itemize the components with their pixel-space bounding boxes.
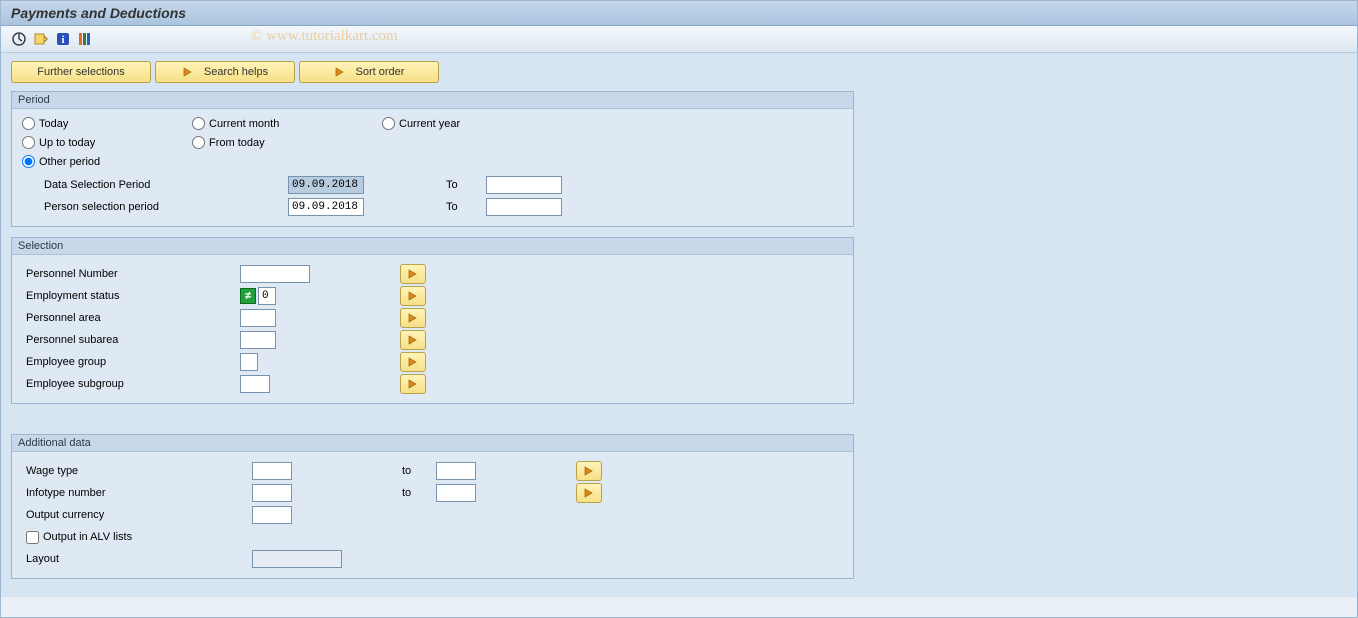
personnel-number-label: Personnel Number — [22, 268, 240, 280]
info-icon[interactable]: i — [55, 31, 71, 47]
wage-type-label: Wage type — [22, 465, 252, 477]
employee-subgroup-multi-button[interactable] — [400, 374, 426, 394]
page-title: Payments and Deductions — [1, 1, 1357, 26]
person-selection-to-label: To — [446, 201, 486, 213]
wage-type-to-label: to — [292, 465, 436, 477]
personnel-number-multi-button[interactable] — [400, 264, 426, 284]
watermark-text: © www.tutorialkart.com — [251, 28, 398, 45]
period-group: Period Today Current month Current year … — [11, 91, 854, 227]
search-helps-button[interactable]: Search helps — [155, 61, 295, 83]
personnel-subarea-input[interactable] — [240, 331, 276, 349]
radio-other-period[interactable]: Other period — [22, 155, 192, 168]
employment-status-label: Employment status — [22, 290, 240, 302]
personnel-subarea-multi-button[interactable] — [400, 330, 426, 350]
infotype-to-label: to — [292, 487, 436, 499]
data-selection-period-label: Data Selection Period — [22, 179, 252, 191]
arrow-right-icon — [182, 66, 194, 78]
further-selections-button[interactable]: Further selections — [11, 61, 151, 83]
employee-group-input[interactable] — [240, 353, 258, 371]
svg-text:i: i — [61, 34, 64, 46]
infotype-from-input[interactable] — [252, 484, 292, 502]
radio-up-to-today[interactable]: Up to today — [22, 136, 192, 149]
person-selection-period-label: Person selection period — [22, 201, 252, 213]
additional-legend: Additional data — [12, 435, 853, 452]
personnel-area-label: Personnel area — [22, 312, 240, 324]
search-helps-label: Search helps — [204, 66, 268, 78]
period-legend: Period — [12, 92, 853, 109]
output-currency-input[interactable] — [252, 506, 292, 524]
personnel-area-multi-button[interactable] — [400, 308, 426, 328]
output-alv-checkbox[interactable]: Output in ALV lists — [22, 531, 132, 544]
not-equal-icon[interactable]: ≠ — [240, 288, 256, 304]
employment-status-input[interactable] — [258, 287, 276, 305]
wage-type-multi-button[interactable] — [576, 461, 602, 481]
person-selection-to-input[interactable] — [486, 198, 562, 216]
arrow-right-icon — [334, 66, 346, 78]
content-area: Further selections Search helps Sort ord… — [1, 53, 1357, 597]
execute-icon[interactable] — [11, 31, 27, 47]
radio-up-to-today-label: Up to today — [39, 137, 95, 149]
personnel-number-input[interactable] — [240, 265, 310, 283]
employee-subgroup-label: Employee subgroup — [22, 378, 240, 390]
employee-subgroup-input[interactable] — [240, 375, 270, 393]
additional-data-group: Additional data Wage type to Infotype nu… — [11, 434, 854, 579]
employee-group-label: Employee group — [22, 356, 240, 368]
selection-legend: Selection — [12, 238, 853, 255]
employee-group-multi-button[interactable] — [400, 352, 426, 372]
employment-status-multi-button[interactable] — [400, 286, 426, 306]
variant-icon[interactable] — [33, 31, 49, 47]
radio-current-month-label: Current month — [209, 118, 279, 130]
infotype-label: Infotype number — [22, 487, 252, 499]
radio-current-year-label: Current year — [399, 118, 460, 130]
radio-from-today[interactable]: From today — [192, 136, 382, 149]
sort-order-label: Sort order — [356, 66, 405, 78]
radio-other-period-label: Other period — [39, 156, 100, 168]
personnel-area-input[interactable] — [240, 309, 276, 327]
infotype-to-input[interactable] — [436, 484, 476, 502]
person-selection-from-input[interactable] — [288, 198, 364, 216]
data-selection-to-input[interactable] — [486, 176, 562, 194]
data-selection-from-input[interactable] — [288, 176, 364, 194]
radio-today-label: Today — [39, 118, 68, 130]
app-toolbar: i © www.tutorialkart.com — [1, 26, 1357, 53]
radio-from-today-label: From today — [209, 137, 265, 149]
radio-current-year[interactable]: Current year — [382, 117, 582, 130]
layout-input[interactable] — [252, 550, 342, 568]
structure-icon[interactable] — [77, 31, 93, 47]
infotype-multi-button[interactable] — [576, 483, 602, 503]
wage-type-to-input[interactable] — [436, 462, 476, 480]
personnel-subarea-label: Personnel subarea — [22, 334, 240, 346]
output-currency-label: Output currency — [22, 509, 252, 521]
layout-label: Layout — [22, 553, 252, 565]
selection-group: Selection Personnel Number Employment st… — [11, 237, 854, 404]
wage-type-from-input[interactable] — [252, 462, 292, 480]
output-alv-label: Output in ALV lists — [43, 531, 132, 543]
radio-current-month[interactable]: Current month — [192, 117, 382, 130]
sort-order-button[interactable]: Sort order — [299, 61, 439, 83]
data-selection-to-label: To — [446, 179, 486, 191]
radio-today[interactable]: Today — [22, 117, 192, 130]
further-selections-label: Further selections — [37, 66, 124, 78]
